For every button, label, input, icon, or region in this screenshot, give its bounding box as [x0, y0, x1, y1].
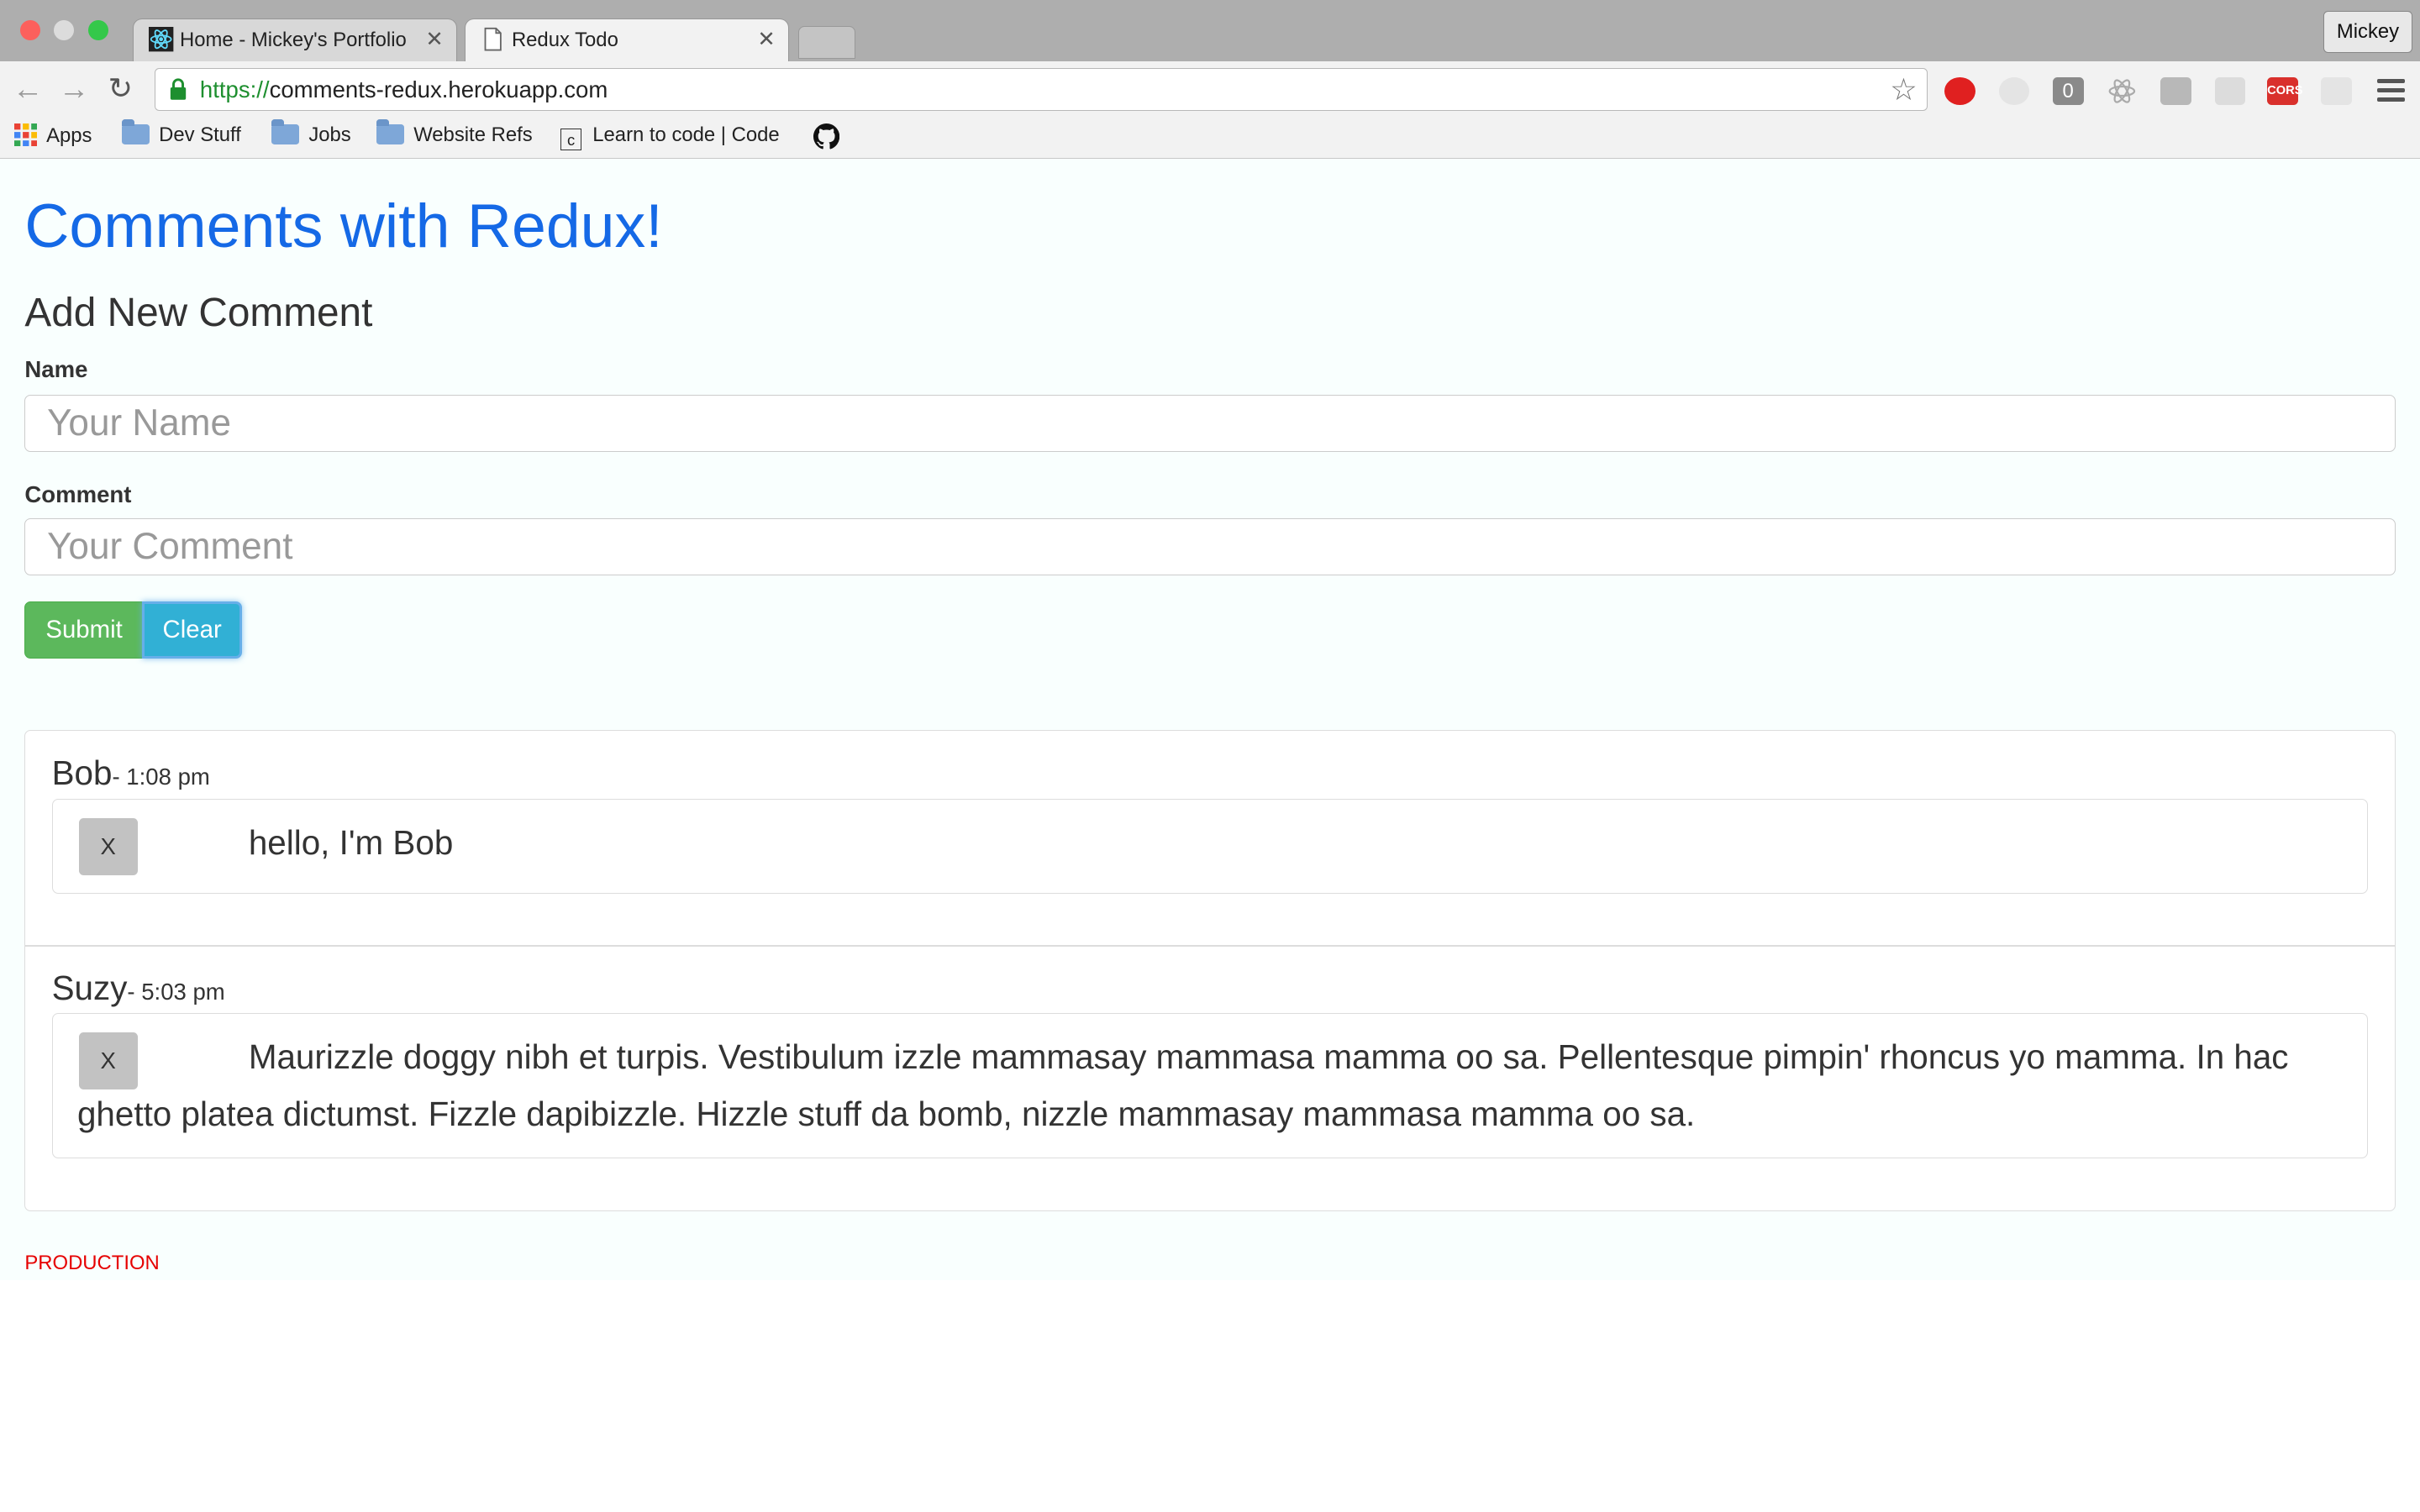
forward-arrow-icon[interactable]: → [59, 73, 90, 105]
name-input[interactable] [24, 395, 2396, 453]
url-scheme: https:// [199, 76, 270, 102]
document-icon [484, 28, 502, 51]
bookmark-dev-stuff[interactable]: Dev Stuff [122, 119, 241, 147]
tab-title: Home - Mickey's Portfolio [180, 29, 407, 52]
close-tab-icon[interactable]: ✕ [425, 27, 444, 52]
bookmark-label: Website Refs [413, 123, 533, 146]
comment-header: Bob- 1:08 pm [52, 753, 210, 793]
delete-comment-button[interactable]: X [78, 1032, 138, 1089]
comment-divider [25, 945, 2395, 947]
name-label: Name [24, 356, 88, 383]
browser-toolbar: ← → ↻ https://comments-redux.herokuapp.c… [0, 61, 2420, 118]
page-title: Comments with Redux! [24, 190, 663, 260]
bookmark-label: Apps [46, 123, 92, 147]
zoom-window-button[interactable] [87, 19, 108, 40]
folder-icon [122, 119, 150, 144]
comment-text: Maurizzle doggy nibh et turpis. Vestibul… [76, 1037, 2289, 1134]
bookmarks-bar: Apps Dev Stuff Jobs Website Refs c Learn … [0, 117, 2420, 160]
tab-portfolio[interactable]: Home - Mickey's Portfolio ✕ [132, 18, 457, 62]
bookmark-label: Jobs [308, 123, 351, 146]
comment-body: X Maurizzle doggy nibh et turpis. Vestib… [51, 1012, 2369, 1158]
close-window-button[interactable] [19, 19, 40, 40]
comment-text: hello, I'm Bob [248, 822, 454, 862]
bookmark-star-icon[interactable]: ☆ [1890, 71, 1918, 108]
address-bar[interactable]: https://comments-redux.herokuapp.com ☆ [154, 67, 1928, 112]
submit-button[interactable]: Submit [24, 601, 144, 659]
environment-label: PRODUCTION [24, 1251, 160, 1274]
new-tab-button[interactable] [797, 26, 855, 59]
close-tab-icon[interactable]: ✕ [757, 27, 776, 52]
minimize-window-button[interactable] [54, 19, 75, 40]
bookmark-label: Learn to code | Code [592, 123, 780, 146]
comment-body: X hello, I'm Bob [51, 798, 2369, 895]
comment-time: - 5:03 pm [127, 978, 225, 1005]
back-arrow-icon[interactable]: ← [13, 73, 44, 105]
cors-icon[interactable]: CORS [2267, 76, 2303, 105]
url-host: comments-redux.herokuapp.com [269, 76, 608, 102]
comment-author: Suzy [51, 968, 128, 1007]
bookmark-apps[interactable]: Apps [13, 123, 92, 148]
bookmark-website-refs[interactable]: Website Refs [376, 119, 533, 147]
clear-button[interactable]: Clear [141, 601, 243, 659]
form-heading: Add New Comment [24, 291, 373, 336]
react-icon [149, 27, 174, 52]
menu-icon[interactable] [2376, 78, 2405, 107]
tab-redux-todo[interactable]: Redux Todo ✕ [464, 18, 789, 62]
reload-icon[interactable]: ↻ [108, 73, 133, 105]
profile-button[interactable]: Mickey [2323, 10, 2412, 53]
url-text: https://comments-redux.herokuapp.com [200, 76, 608, 103]
tab-title: Redux Todo [511, 29, 618, 52]
comment-time: - 1:08 pm [112, 764, 210, 790]
extension-icon[interactable] [2160, 76, 2192, 105]
delete-comment-button[interactable]: X [78, 817, 138, 875]
comment-input[interactable] [24, 518, 2396, 576]
react-devtools-icon[interactable] [2107, 77, 2138, 105]
bookmark-codecademy[interactable]: c Learn to code | Code [560, 123, 780, 151]
comment-author: Bob [51, 753, 113, 793]
tab-strip: Home - Mickey's Portfolio ✕ Redux Todo ✕… [0, 0, 2420, 62]
bookmark-jobs[interactable]: Jobs [271, 119, 351, 147]
extension-icon[interactable] [2321, 76, 2353, 105]
page-content: Comments with Redux! Add New Comment Nam… [0, 159, 2420, 1281]
lock-icon [171, 78, 187, 100]
extension-icon[interactable] [2214, 76, 2246, 105]
codecademy-icon: c [560, 129, 582, 151]
comment-label: Comment [24, 481, 132, 508]
folder-icon [376, 119, 405, 144]
comment-header: Suzy- 5:03 pm [52, 969, 225, 1008]
bookmark-label: Dev Stuff [159, 123, 241, 146]
folder-icon [271, 119, 300, 144]
adblock-icon[interactable] [1944, 76, 1975, 105]
counter-icon[interactable]: 0 [2052, 76, 2084, 105]
browser-chrome: Home - Mickey's Portfolio ✕ Redux Todo ✕… [0, 0, 2420, 160]
comments-list: Bob- 1:08 pm X hello, I'm Bob Suzy- 5:03… [24, 729, 2396, 1211]
apps-grid-icon [13, 123, 38, 147]
github-icon[interactable] [813, 123, 840, 150]
extension-icon[interactable] [1998, 76, 2030, 105]
